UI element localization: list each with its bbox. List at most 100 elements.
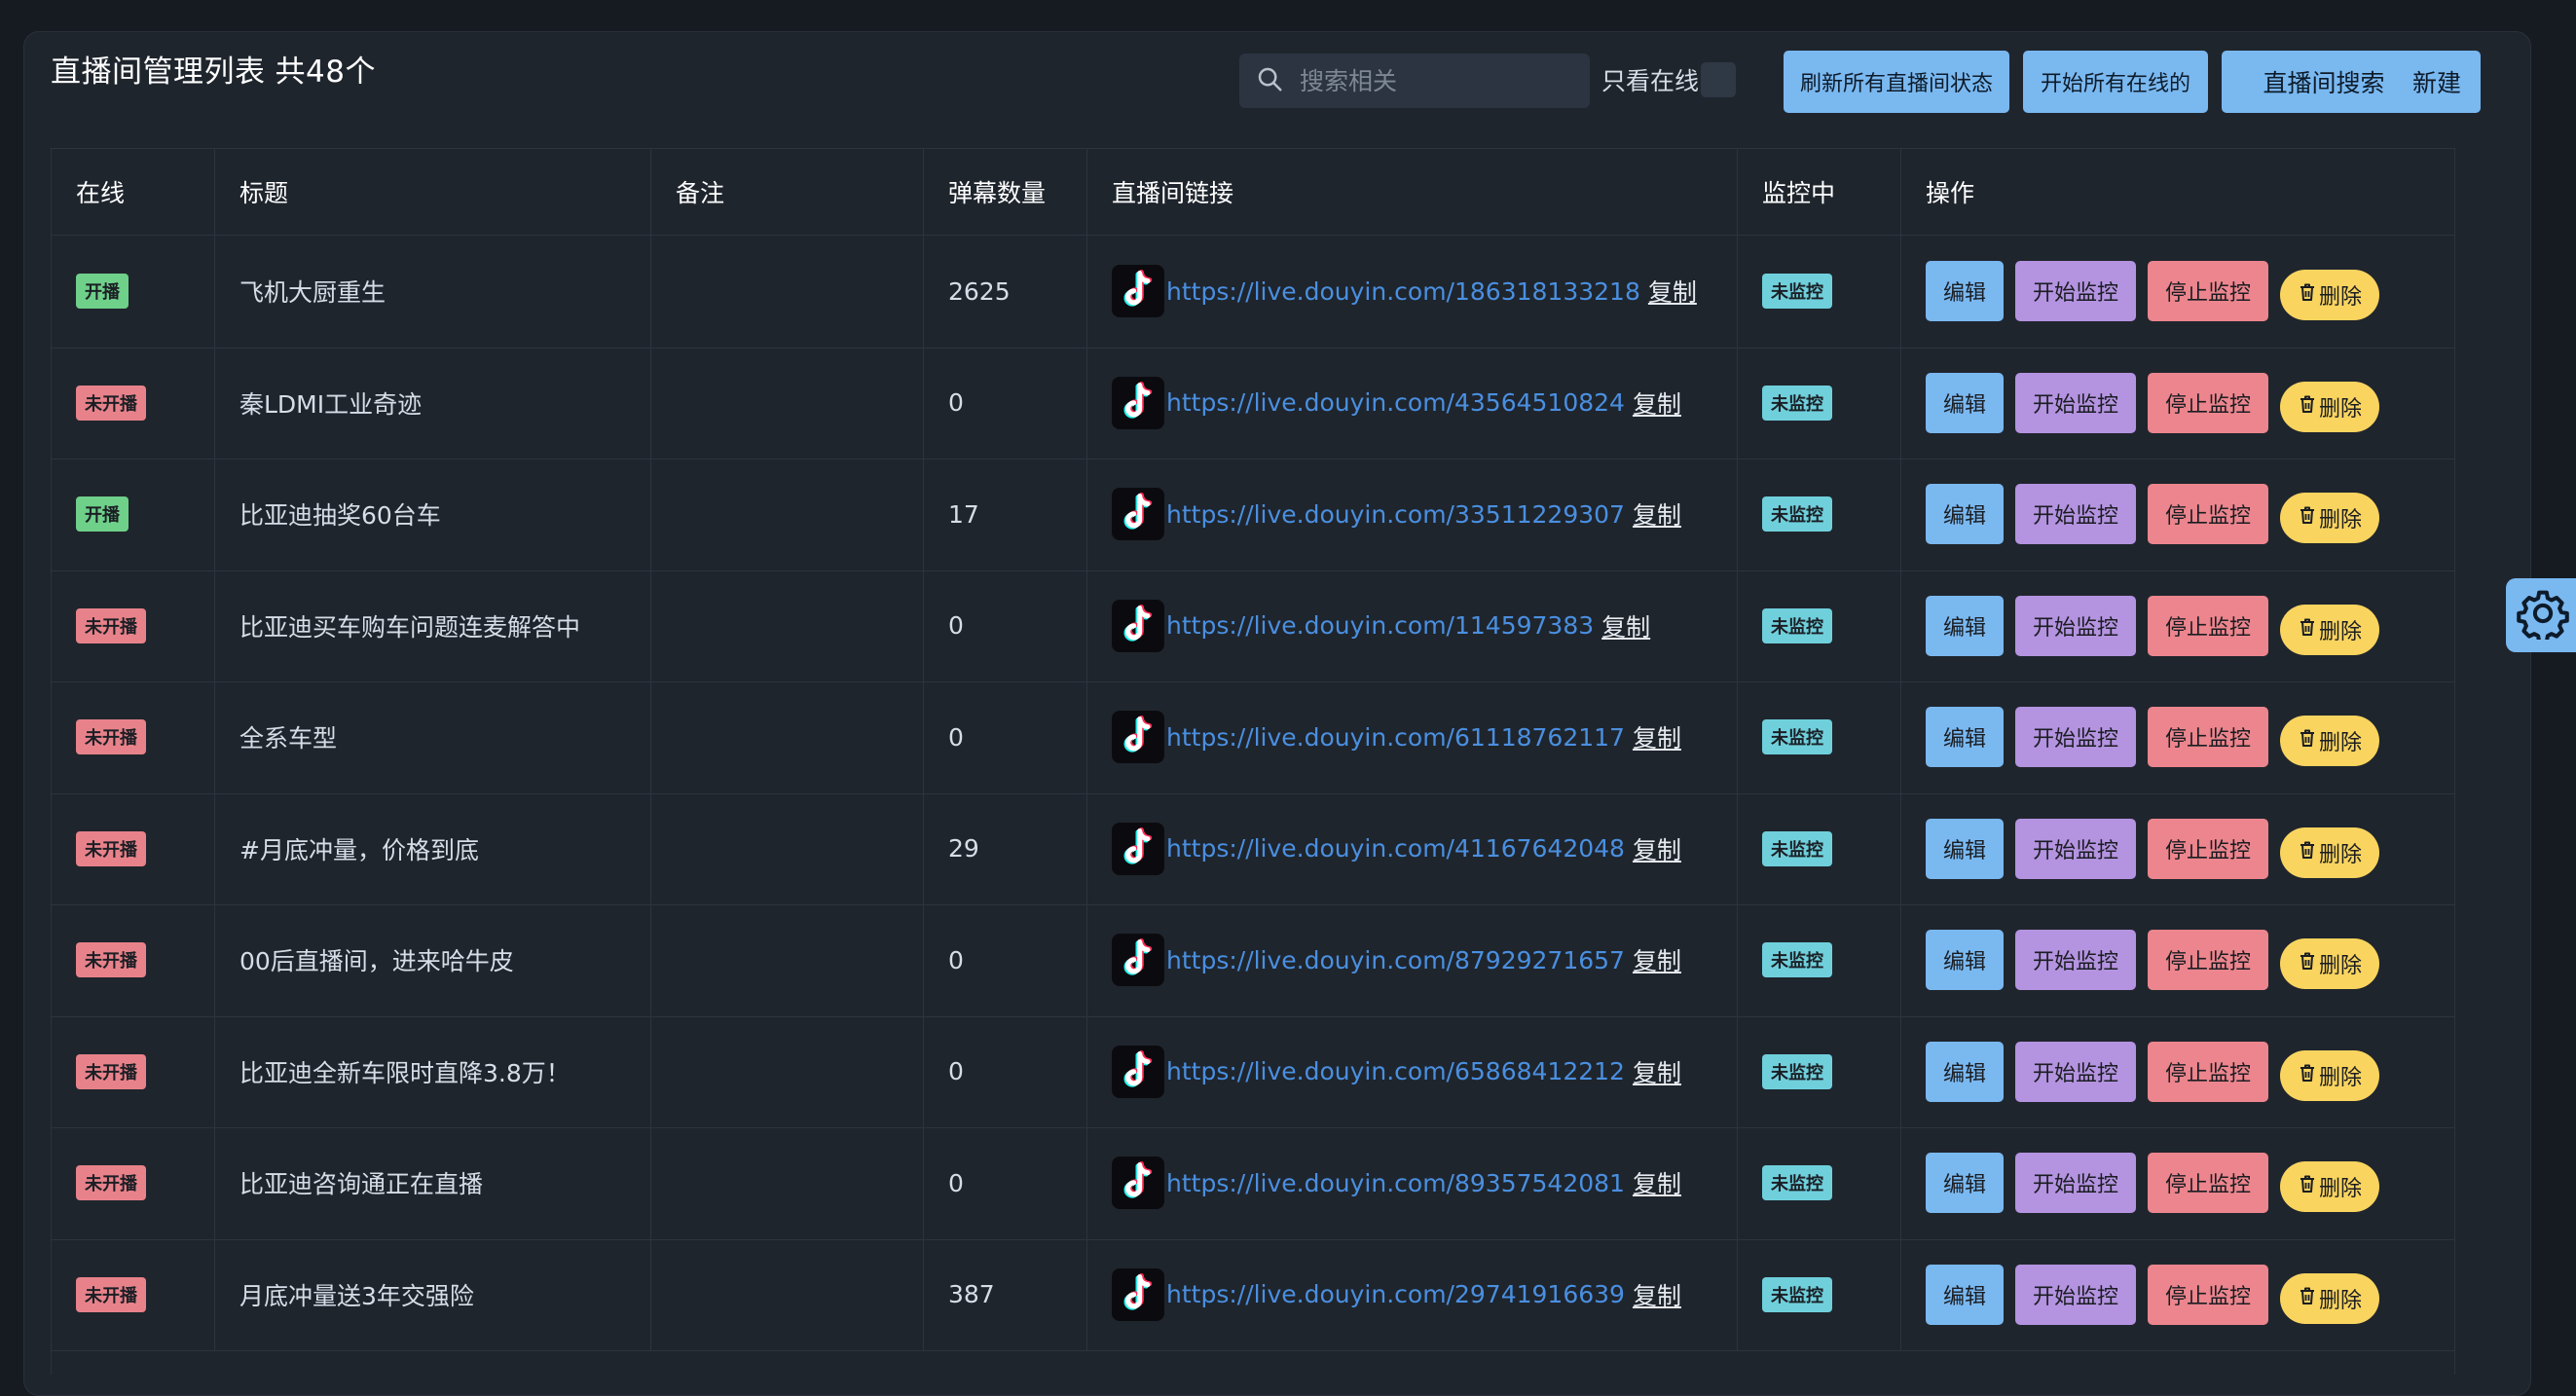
online-only-toggle[interactable] — [1701, 62, 1737, 97]
stop-monitor-button[interactable]: 停止监控 — [2148, 372, 2268, 433]
danmaku-count-cell: 0 — [924, 681, 1087, 793]
stop-monitor-button[interactable]: 停止监控 — [2148, 1041, 2268, 1102]
link-cell: https://live.douyin.com/41167642048 复制 — [1087, 792, 1738, 904]
start-monitor-button[interactable]: 开始监控 — [2015, 261, 2136, 322]
delete-button[interactable]: 删除 — [2280, 493, 2379, 544]
edit-button[interactable]: 编辑 — [1926, 595, 2004, 656]
delete-button[interactable]: 删除 — [2280, 604, 2379, 655]
copy-link[interactable]: 复制 — [1633, 831, 1681, 866]
edit-button[interactable]: 编辑 — [1926, 818, 2004, 879]
table-row: 未开播 #月底冲量，价格到底 29 https://live.douyin.com/4… — [52, 792, 2454, 905]
delete-label: 删除 — [2318, 1177, 2362, 1202]
edit-button[interactable]: 编辑 — [1926, 484, 2004, 545]
monitor-cell: 未监控 — [1738, 792, 1901, 904]
title-cell: 比亚迪咨询通正在直播 — [215, 1127, 651, 1239]
room-link[interactable]: https://live.douyin.com/61118762117 — [1166, 723, 1625, 752]
stop-monitor-button[interactable]: 停止监控 — [2148, 261, 2268, 322]
table-row: 未开播 比亚迪咨询通正在直播 0 https://live.douyin.com/89… — [52, 1127, 2454, 1240]
delete-label: 删除 — [2318, 1288, 2362, 1313]
room-link[interactable]: https://live.douyin.com/186318133218 — [1166, 277, 1640, 306]
title-cell: 比亚迪买车购车问题连麦解答中 — [215, 569, 651, 681]
monitor-status-badge: 未监控 — [1762, 942, 1832, 978]
table-row: 开播 比亚迪抽奖60台车 17 https://live.douyin.com/335… — [52, 459, 2454, 571]
start-monitor-button[interactable]: 开始监控 — [2015, 818, 2136, 879]
note-cell — [651, 1238, 924, 1350]
room-link[interactable]: https://live.douyin.com/89357542081 — [1166, 1169, 1625, 1197]
refresh-all-button[interactable]: 刷新所有直播间状态 — [1784, 51, 2009, 113]
col-title: 标题 — [215, 149, 651, 235]
monitor-status-badge: 未监控 — [1762, 274, 1832, 310]
copy-link[interactable]: 复制 — [1633, 719, 1681, 754]
edit-button[interactable]: 编辑 — [1926, 1041, 2004, 1102]
online-status-badge: 开播 — [76, 496, 129, 533]
stop-monitor-button[interactable]: 停止监控 — [2148, 1264, 2268, 1325]
room-link[interactable]: https://live.douyin.com/41167642048 — [1166, 834, 1625, 863]
online-status-badge: 未开播 — [76, 607, 146, 643]
start-monitor-button[interactable]: 开始监控 — [2015, 484, 2136, 545]
room-link[interactable]: https://live.douyin.com/87929271657 — [1166, 946, 1625, 974]
room-link[interactable]: https://live.douyin.com/43564510824 — [1166, 388, 1625, 417]
online-cell: 未开播 — [52, 1127, 215, 1239]
online-only-label: 只看在线 — [1601, 67, 1700, 95]
stop-monitor-button[interactable]: 停止监控 — [2148, 1153, 2268, 1214]
edit-button[interactable]: 编辑 — [1926, 372, 2004, 433]
online-status-badge: 未开播 — [76, 1276, 146, 1312]
room-link[interactable]: https://live.douyin.com/65868412212 — [1166, 1057, 1625, 1085]
copy-link[interactable]: 复制 — [1633, 942, 1681, 977]
stop-monitor-button[interactable]: 停止监控 — [2148, 484, 2268, 545]
copy-link[interactable]: 复制 — [1633, 386, 1681, 421]
online-cell: 开播 — [52, 236, 215, 348]
start-monitor-button[interactable]: 开始监控 — [2015, 707, 2136, 768]
delete-button[interactable]: 删除 — [2280, 827, 2379, 878]
delete-button[interactable]: 删除 — [2280, 381, 2379, 432]
stop-monitor-button[interactable]: 停止监控 — [2148, 707, 2268, 768]
stop-monitor-button[interactable]: 停止监控 — [2148, 930, 2268, 991]
start-monitor-button[interactable]: 开始监控 — [2015, 1041, 2136, 1102]
stop-monitor-button[interactable]: 停止监控 — [2148, 818, 2268, 879]
new-button[interactable]: 新建 — [2393, 51, 2481, 113]
delete-button[interactable]: 删除 — [2280, 938, 2379, 990]
trash-icon — [2298, 839, 2319, 866]
copy-link[interactable]: 复制 — [1648, 274, 1697, 309]
delete-button[interactable]: 删除 — [2280, 1049, 2379, 1101]
page-title-text: 直播间管理列表 — [51, 55, 266, 90]
delete-button[interactable]: 删除 — [2280, 270, 2379, 321]
actions-cell: 编辑 开始监控 停止监控 删除 — [1901, 1239, 2454, 1351]
start-monitor-button[interactable]: 开始监控 — [2015, 930, 2136, 991]
title-cell: 比亚迪抽奖60台车 — [215, 459, 651, 570]
start-monitor-button[interactable]: 开始监控 — [2015, 1264, 2136, 1325]
trash-icon — [2298, 393, 2319, 421]
edit-button[interactable]: 编辑 — [1926, 1153, 2004, 1214]
table-row: 未开播 00后直播间，进来哈牛皮 0 https://live.douyin.com/… — [52, 904, 2454, 1017]
room-link[interactable]: https://live.douyin.com/33511229307 — [1166, 500, 1625, 529]
delete-button[interactable]: 删除 — [2280, 1161, 2379, 1213]
search-input[interactable] — [1298, 65, 1584, 96]
start-all-online-button[interactable]: 开始所有在线的 — [2023, 51, 2208, 113]
delete-button[interactable]: 删除 — [2280, 1272, 2379, 1324]
online-cell: 未开播 — [52, 347, 215, 459]
edit-button[interactable]: 编辑 — [1926, 930, 2004, 991]
actions-cell: 编辑 开始监控 停止监控 删除 — [1901, 570, 2454, 682]
copy-link[interactable]: 复制 — [1633, 1165, 1681, 1200]
copy-link[interactable]: 复制 — [1601, 608, 1650, 643]
start-monitor-button[interactable]: 开始监控 — [2015, 595, 2136, 656]
start-monitor-button[interactable]: 开始监控 — [2015, 1153, 2136, 1214]
edit-button[interactable]: 编辑 — [1926, 1264, 2004, 1325]
room-link[interactable]: https://live.douyin.com/29741916639 — [1166, 1280, 1625, 1308]
search-box[interactable] — [1239, 54, 1590, 108]
online-only-filter[interactable]: 只看在线 — [1601, 62, 1737, 97]
settings-button[interactable] — [2506, 578, 2576, 652]
delete-button[interactable]: 删除 — [2280, 716, 2379, 767]
monitor-status-badge: 未监控 — [1762, 1165, 1832, 1201]
edit-button[interactable]: 编辑 — [1926, 261, 2004, 322]
actions-cell: 编辑 开始监控 停止监控 删除 — [1901, 1016, 2454, 1128]
copy-link[interactable]: 复制 — [1633, 496, 1681, 532]
stop-monitor-button[interactable]: 停止监控 — [2148, 595, 2268, 656]
copy-link[interactable]: 复制 — [1633, 1054, 1681, 1089]
table-row: 未开播 秦LDMI工业奇迹 0 https://live.douyin.com/435… — [52, 347, 2454, 459]
col-actions: 操作 — [1926, 179, 1975, 207]
start-monitor-button[interactable]: 开始监控 — [2015, 372, 2136, 433]
copy-link[interactable]: 复制 — [1633, 1277, 1681, 1312]
room-link[interactable]: https://live.douyin.com/114597383 — [1166, 611, 1594, 640]
edit-button[interactable]: 编辑 — [1926, 707, 2004, 768]
